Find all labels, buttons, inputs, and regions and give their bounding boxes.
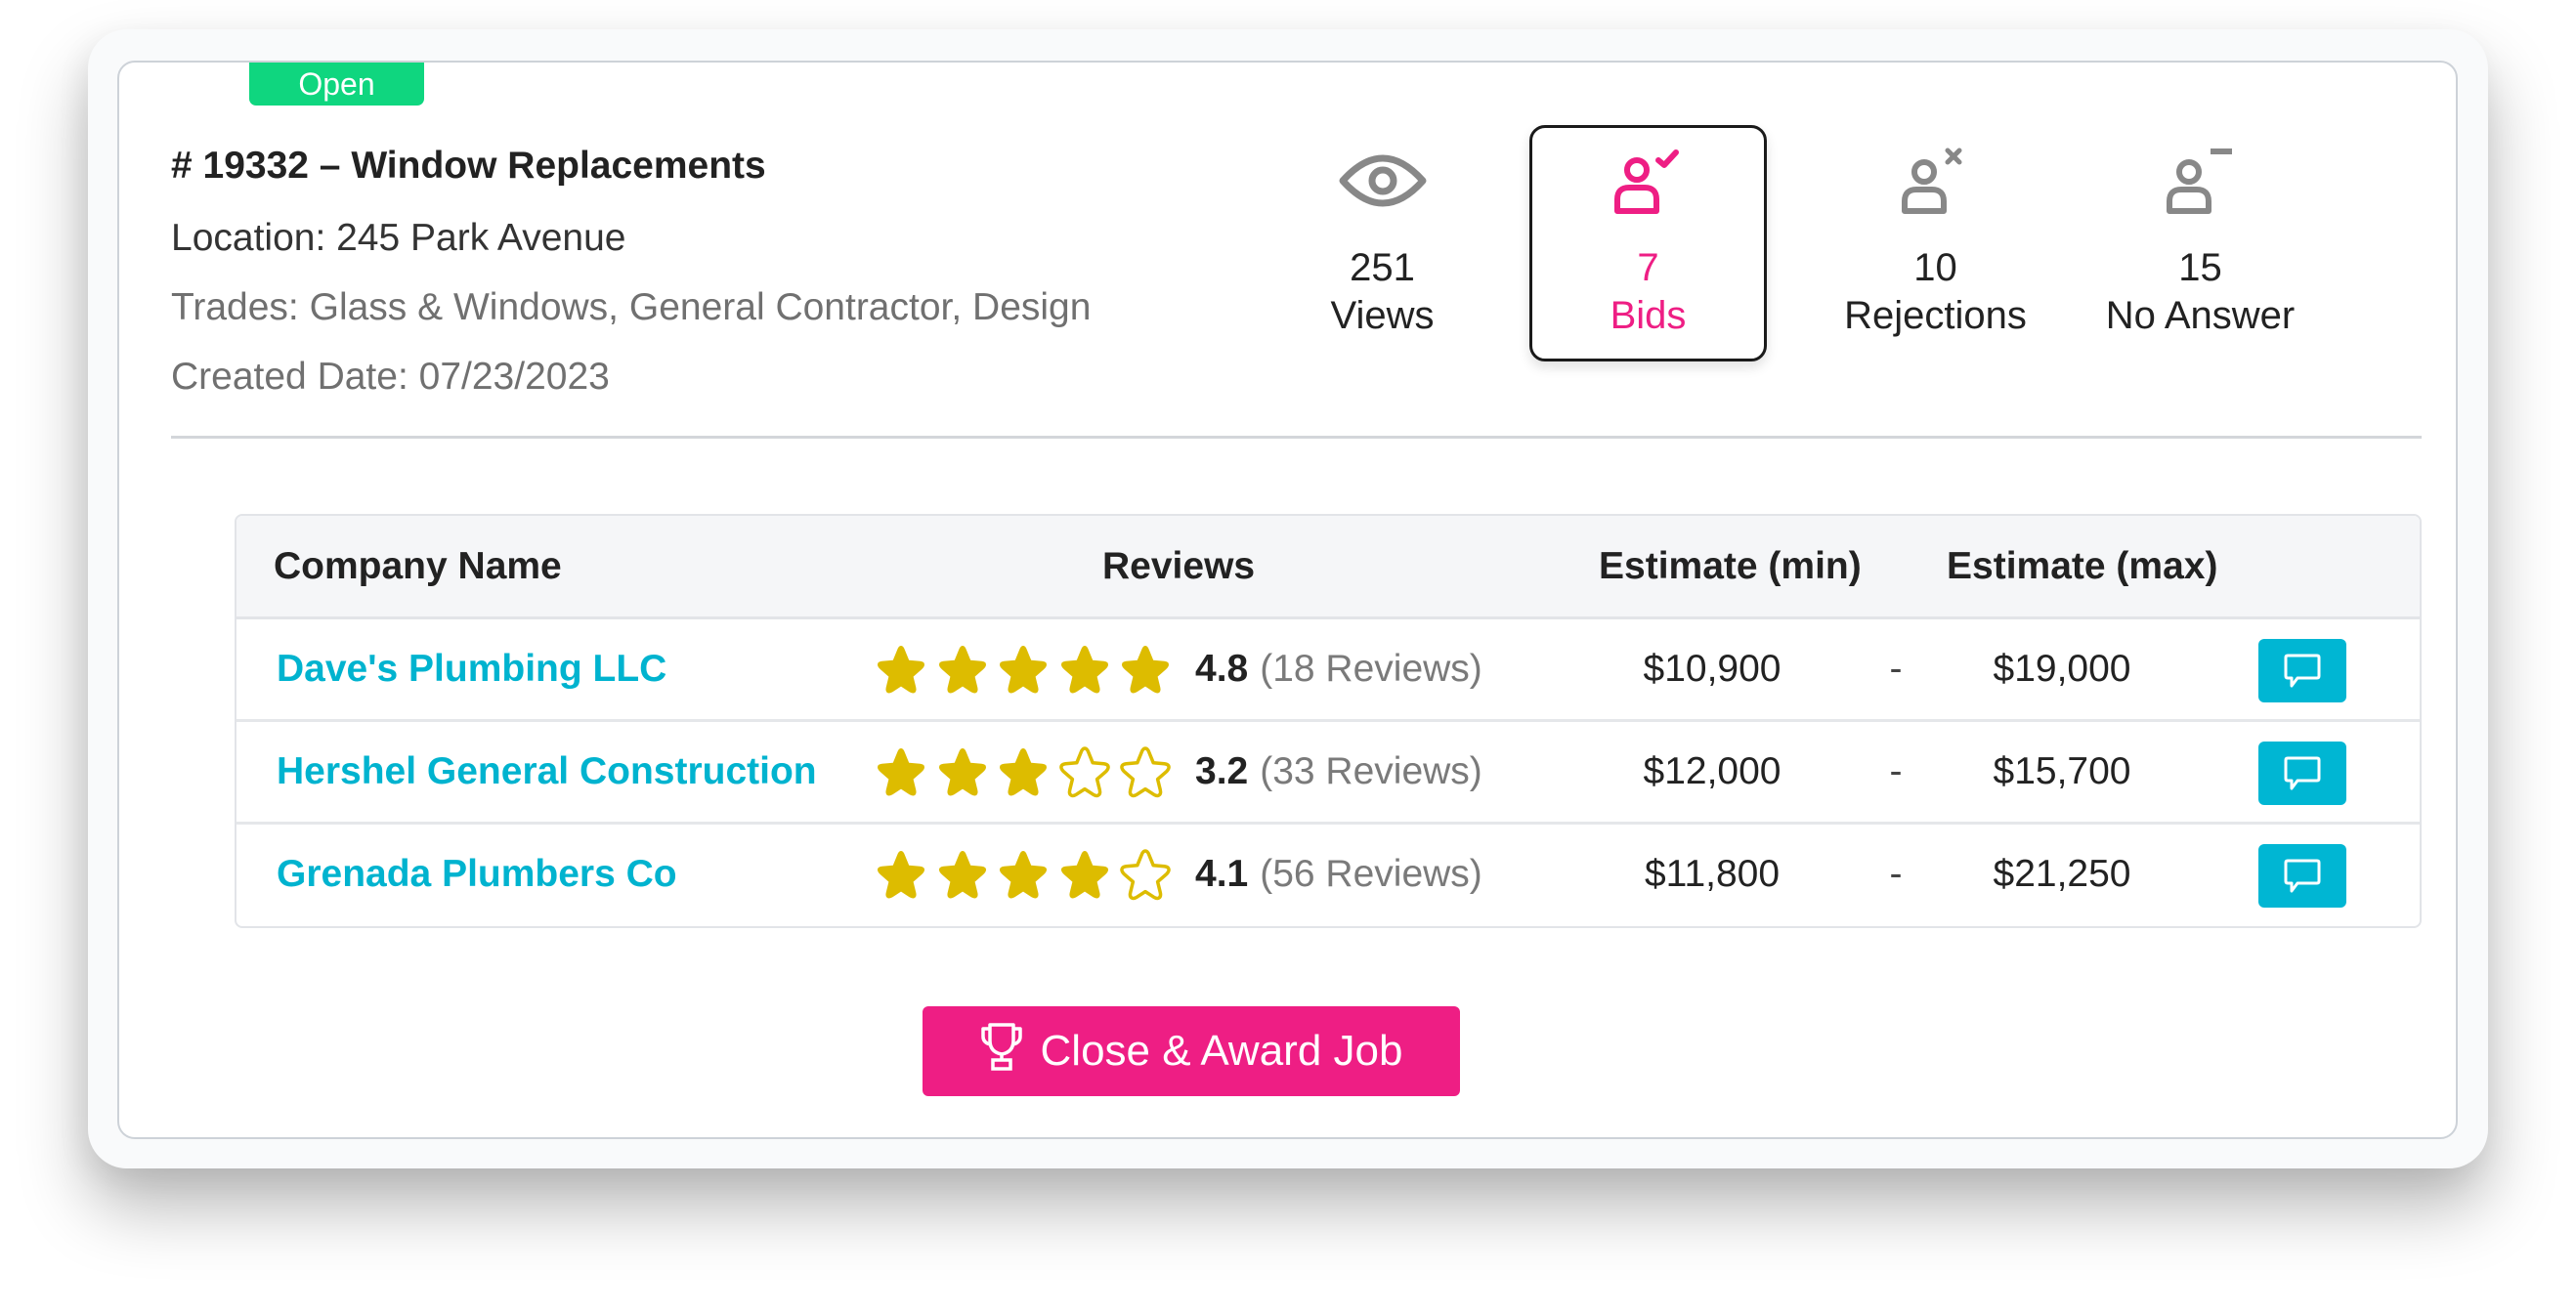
star-filled-icon	[1060, 646, 1108, 694]
job-created-date: Created Date: 07/23/2023	[171, 356, 610, 398]
rating-score: 4.8	[1195, 648, 1249, 690]
message-button[interactable]	[2258, 742, 2346, 805]
estimate-separator: -	[1889, 750, 1903, 792]
company-name-link[interactable]: Dave's Plumbing LLC	[277, 619, 666, 719]
star-empty-icon	[1058, 746, 1110, 798]
star-filled-icon	[999, 851, 1048, 899]
status-badge: Open	[249, 63, 424, 106]
header-estimate-max: Estimate (max)	[1947, 545, 2218, 587]
close-award-job-button[interactable]: Close & Award Job	[923, 1006, 1460, 1096]
section-divider	[171, 436, 2422, 439]
rating-value: 4.8 (18 Reviews)	[1195, 619, 1482, 719]
star-filled-icon	[938, 646, 986, 694]
estimate-max: $19,000	[1993, 648, 2131, 690]
star-filled-icon	[877, 851, 925, 899]
estimate-min: $10,900	[1643, 648, 1782, 690]
header-estimate-min: Estimate (min)	[1599, 545, 1862, 587]
header-reviews: Reviews	[1102, 545, 1256, 587]
chat-bubble-icon	[2284, 756, 2321, 789]
bids-table: Company Name Reviews Estimate (min) Esti…	[235, 514, 2422, 928]
stat-rejections[interactable]: 10 Rejections	[1817, 125, 2054, 361]
user-x-icon	[1817, 147, 2054, 215]
table-row: Grenada Plumbers Co 4.1 (56 Reviews) $11,…	[236, 825, 2420, 926]
estimate-separator: -	[1889, 648, 1903, 690]
rating-value: 3.2 (33 Reviews)	[1195, 722, 1482, 822]
company-name-link[interactable]: Grenada Plumbers Co	[277, 825, 677, 924]
table-row: Hershel General Construction 3.2 (33 Revi…	[236, 722, 2420, 825]
stat-value: 7	[1637, 246, 1659, 289]
estimate-min: $11,800	[1644, 853, 1781, 895]
message-button[interactable]	[2258, 639, 2346, 702]
award-button-label: Close & Award Job	[1040, 1027, 1403, 1075]
chat-bubble-icon	[2284, 654, 2321, 687]
job-trades: Trades: Glass & Windows, General Contrac…	[171, 286, 1092, 328]
star-filled-icon	[1060, 851, 1108, 899]
stat-label: No Answer	[2105, 294, 2296, 337]
header-company: Company Name	[274, 545, 562, 587]
review-count: (56 Reviews)	[1260, 853, 1482, 895]
company-name-link[interactable]: Hershel General Construction	[277, 722, 817, 822]
estimate-max: $15,700	[1993, 750, 2131, 792]
estimate-min: $12,000	[1643, 750, 1782, 792]
estimate-separator: -	[1889, 853, 1903, 895]
rating-score: 3.2	[1195, 750, 1249, 792]
eye-icon	[1264, 147, 1501, 215]
star-filled-icon	[938, 748, 986, 796]
table-header: Company Name Reviews Estimate (min) Esti…	[236, 516, 2420, 619]
stat-bids[interactable]: 7 Bids	[1529, 125, 1767, 361]
star-filled-icon	[1121, 646, 1170, 694]
star-filled-icon	[938, 851, 986, 899]
stat-value: 10	[1913, 246, 1957, 289]
user-minus-icon	[2082, 147, 2319, 215]
star-filled-icon	[999, 646, 1048, 694]
trophy-icon	[980, 1021, 1023, 1082]
user-check-icon	[1532, 147, 1764, 215]
review-count: (33 Reviews)	[1260, 750, 1482, 792]
job-location: Location: 245 Park Avenue	[171, 217, 626, 259]
star-filled-icon	[877, 646, 925, 694]
star-empty-icon	[1120, 746, 1171, 798]
stat-value: 15	[2178, 246, 2222, 289]
stat-value: 251	[1350, 246, 1415, 289]
star-rating	[875, 848, 1181, 901]
star-filled-icon	[877, 748, 925, 796]
message-button[interactable]	[2258, 844, 2346, 908]
star-rating	[875, 643, 1181, 696]
star-filled-icon	[999, 748, 1048, 796]
star-rating	[875, 745, 1181, 798]
estimate-max: $21,250	[1993, 853, 2131, 895]
table-row: Dave's Plumbing LLC 4.8 (18 Reviews) $10,…	[236, 619, 2420, 722]
rating-value: 4.1 (56 Reviews)	[1195, 825, 1482, 924]
job-title: # 19332 – Window Replacements	[171, 145, 766, 187]
star-empty-icon	[1120, 849, 1171, 901]
chat-bubble-icon	[2284, 859, 2321, 892]
stat-views[interactable]: 251 Views	[1264, 125, 1501, 361]
stat-no-answer[interactable]: 15 No Answer	[2082, 125, 2319, 361]
rating-score: 4.1	[1195, 853, 1249, 895]
review-count: (18 Reviews)	[1260, 648, 1482, 690]
